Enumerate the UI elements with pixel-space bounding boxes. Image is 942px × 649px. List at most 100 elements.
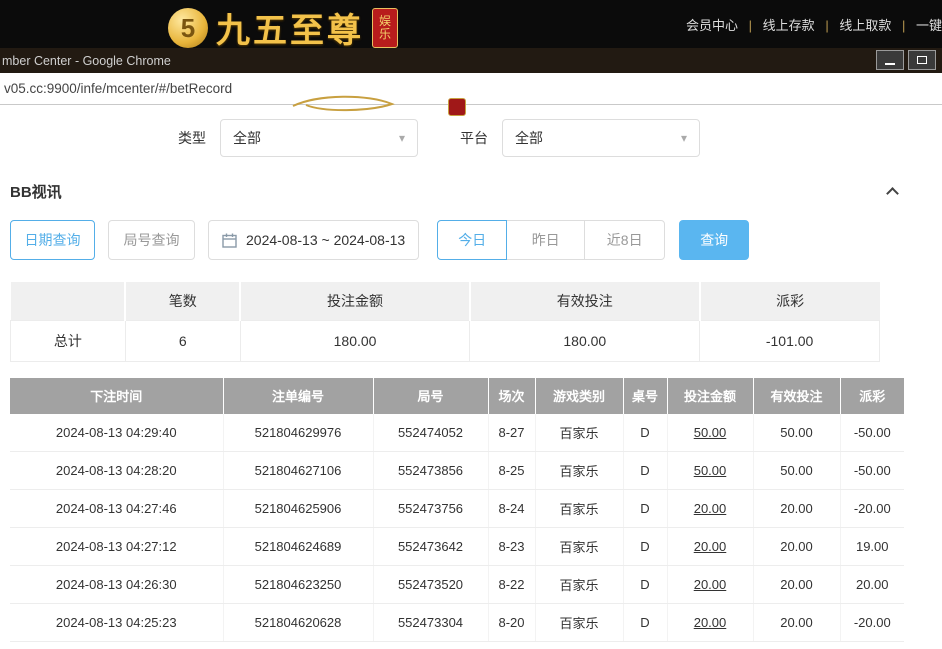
minimize-button[interactable] (876, 50, 904, 70)
game-type: 百家乐 (535, 490, 623, 528)
nav-separator: | (825, 18, 828, 33)
nav-separator: | (902, 18, 905, 33)
summary-valid-bet: 180.00 (470, 320, 700, 361)
maximize-button[interactable] (908, 50, 936, 70)
session: 8-20 (488, 604, 535, 642)
maximize-icon (917, 56, 927, 64)
detail-header-row: 下注时间 注单编号 局号 场次 游戏类别 桌号 投注金额 有效投注 派彩 (10, 378, 904, 414)
table-row: 2024-08-13 04:27:12 521804624689 5524736… (10, 528, 904, 566)
type-select[interactable]: 全部 ▾ (220, 119, 418, 157)
summary-header-row: 笔数 投注金额 有效投注 派彩 (11, 282, 880, 320)
order-id: 521804627106 (223, 452, 373, 490)
site-logo: 5 九五至尊 娱 乐 (168, 3, 398, 48)
bet-amount-link[interactable]: 20.00 (667, 528, 753, 566)
platform-select-value: 全部 (515, 128, 543, 148)
header-game-type: 游戏类别 (535, 378, 623, 414)
summary-header-valid: 有效投注 (470, 282, 700, 320)
minimize-icon (885, 63, 895, 65)
valid-bet: 50.00 (753, 452, 840, 490)
quick-range-group: 今日 昨日 近8日 (437, 220, 665, 260)
today-button[interactable]: 今日 (437, 220, 507, 260)
last8days-button[interactable]: 近8日 (584, 220, 665, 260)
bet-time: 2024-08-13 04:27:46 (10, 490, 223, 528)
bet-time: 2024-08-13 04:27:12 (10, 528, 223, 566)
search-button[interactable]: 查询 (679, 220, 749, 260)
date-range-value: 2024-08-13 ~ 2024-08-13 (246, 232, 405, 248)
payout: -50.00 (840, 414, 904, 452)
payout: 19.00 (840, 528, 904, 566)
summary-header-bet: 投注金额 (240, 282, 470, 320)
valid-bet: 20.00 (753, 566, 840, 604)
table-row: 2024-08-13 04:25:23 521804620628 5524733… (10, 604, 904, 642)
nav-withdraw[interactable]: 线上取款 (839, 18, 891, 33)
calendar-icon (222, 233, 237, 248)
platform-label: 平台 (460, 128, 488, 148)
table-row: 2024-08-13 04:26:30 521804623250 5524735… (10, 566, 904, 604)
logo-badge: 娱 乐 (372, 8, 398, 48)
chevron-up-icon[interactable] (886, 187, 899, 200)
summary-header-count: 笔数 (125, 282, 240, 320)
bet-amount-link[interactable]: 20.00 (667, 490, 753, 528)
bet-time: 2024-08-13 04:29:40 (10, 414, 223, 452)
address-bar[interactable]: v05.cc:9900/infe/mcenter/#/betRecord (0, 73, 942, 105)
payout: -20.00 (840, 604, 904, 642)
table-row: 2024-08-13 04:27:46 521804625906 5524737… (10, 490, 904, 528)
bet-amount-link[interactable]: 20.00 (667, 566, 753, 604)
game-type: 百家乐 (535, 414, 623, 452)
order-id: 521804623250 (223, 566, 373, 604)
bet-amount-link[interactable]: 50.00 (667, 452, 753, 490)
summary-bet-amount: 180.00 (240, 320, 470, 361)
logo-text: 九五至尊 (216, 3, 364, 48)
url-text: v05.cc:9900/infe/mcenter/#/betRecord (4, 81, 232, 96)
section-header: BB视讯 (10, 181, 897, 202)
summary-header-empty (11, 282, 126, 320)
header-order-id: 注单编号 (223, 378, 373, 414)
round-query-button[interactable]: 局号查询 (108, 220, 195, 260)
red-seal-icon (448, 98, 466, 116)
chevron-down-icon: ▾ (399, 131, 405, 145)
top-nav: 会员中心 | 线上存款 | 线上取款 | 一键 (686, 15, 942, 34)
order-id: 521804624689 (223, 528, 373, 566)
summary-count: 6 (125, 320, 240, 361)
type-select-value: 全部 (233, 128, 261, 148)
round-id: 552473756 (373, 490, 488, 528)
table-no: D (623, 566, 667, 604)
round-id: 552473856 (373, 452, 488, 490)
game-type: 百家乐 (535, 528, 623, 566)
game-type: 百家乐 (535, 604, 623, 642)
platform-select[interactable]: 全部 ▾ (502, 119, 700, 157)
session: 8-24 (488, 490, 535, 528)
table-no: D (623, 604, 667, 642)
summary-header-payout: 派彩 (700, 282, 880, 320)
window-title: mber Center - Google Chrome (0, 54, 171, 68)
summary-total-label: 总计 (11, 320, 126, 361)
coin-logo-icon: 5 (168, 8, 208, 48)
nav-deposit[interactable]: 线上存款 (763, 18, 815, 33)
type-label: 类型 (178, 128, 206, 148)
round-id: 552473520 (373, 566, 488, 604)
query-toolbar: 日期查询 局号查询 2024-08-13 ~ 2024-08-13 今日 昨日 … (10, 220, 942, 260)
round-id: 552473642 (373, 528, 488, 566)
date-query-button[interactable]: 日期查询 (10, 220, 95, 260)
nav-onekey[interactable]: 一键 (916, 18, 942, 33)
bet-amount-link[interactable]: 20.00 (667, 604, 753, 642)
session: 8-25 (488, 452, 535, 490)
bet-time: 2024-08-13 04:25:23 (10, 604, 223, 642)
nav-member-center[interactable]: 会员中心 (686, 18, 738, 33)
bet-record-table: 下注时间 注单编号 局号 场次 游戏类别 桌号 投注金额 有效投注 派彩 202… (10, 378, 904, 643)
session: 8-23 (488, 528, 535, 566)
table-no: D (623, 414, 667, 452)
chevron-down-icon: ▾ (681, 131, 687, 145)
bet-amount-link[interactable]: 50.00 (667, 414, 753, 452)
header-table-no: 桌号 (623, 378, 667, 414)
bet-time: 2024-08-13 04:26:30 (10, 566, 223, 604)
top-banner: 5 九五至尊 娱 乐 会员中心 | 线上存款 | 线上取款 | 一键 (0, 0, 942, 48)
round-id: 552473304 (373, 604, 488, 642)
date-range-input[interactable]: 2024-08-13 ~ 2024-08-13 (208, 220, 419, 260)
table-no: D (623, 452, 667, 490)
yesterday-button[interactable]: 昨日 (506, 220, 585, 260)
filter-row: 类型 全部 ▾ 平台 全部 ▾ (178, 119, 942, 157)
header-bet-time: 下注时间 (10, 378, 223, 414)
summary-table: 笔数 投注金额 有效投注 派彩 总计 6 180.00 180.00 -101.… (10, 282, 880, 362)
summary-total-row: 总计 6 180.00 180.00 -101.00 (11, 320, 880, 361)
